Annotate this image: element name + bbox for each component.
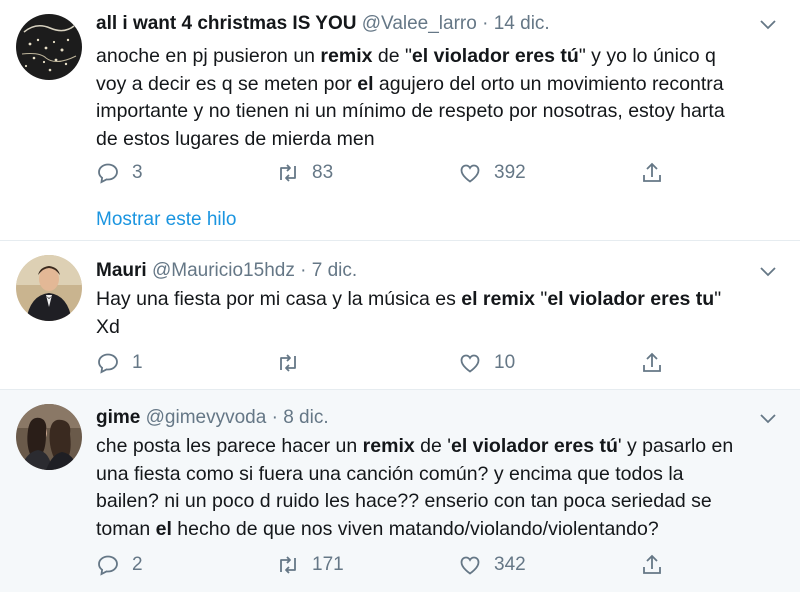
text-segment: agujero del orto un movimiento recontra (373, 72, 724, 95)
chevron-down-icon[interactable] (758, 408, 778, 428)
avatar[interactable] (16, 14, 82, 80)
text-segment: de ' (414, 435, 451, 457)
highlighted-term: el violador eres tú (450, 435, 618, 457)
like-button[interactable]: 342 (458, 553, 526, 577)
tweet[interactable]: gime @gimevyvoda · 8 dic. che posta les … (0, 390, 800, 592)
display-name[interactable]: gime (96, 407, 140, 428)
text-segment: importante y no tienen ni un mínimo de r… (96, 100, 725, 122)
tweet-text: che posta les parece hacer un remix de '… (96, 433, 786, 543)
share-button[interactable] (640, 553, 664, 577)
like-count: 10 (494, 352, 516, 373)
heart-icon (460, 354, 480, 373)
tweet[interactable]: Mauri @Mauricio15hdz · 7 dic. Hay una fi… (0, 241, 800, 389)
reply-icon (98, 163, 118, 184)
reply-count: 1 (132, 352, 143, 373)
text-segment: voy a decir es q se meten por (96, 72, 358, 95)
display-name[interactable]: Mauri (96, 260, 147, 281)
retweet-button[interactable]: 171 (276, 553, 344, 577)
separator: · (300, 260, 307, 281)
tweet-text-line: de estos lugares de mierda men (96, 126, 786, 154)
tweet-text-line: bailen? ni un poco d ruido les hace?? en… (96, 488, 786, 516)
retweet-icon (280, 354, 296, 372)
tweet-text-line: Xd (96, 314, 786, 342)
reply-count: 2 (132, 554, 143, 575)
highlighted-term: el (155, 517, 172, 540)
text-segment: bailen? ni un poco d ruido les hace?? en… (96, 490, 712, 512)
like-button[interactable]: 392 (458, 161, 526, 185)
text-segment: Xd (96, 315, 120, 338)
text-segment: anoche en pj pusieron un (96, 45, 321, 67)
like-count: 342 (494, 554, 526, 575)
tweet-text-line: che posta les parece hacer un remix de '… (96, 433, 786, 461)
user-handle[interactable]: @Mauricio15hdz (152, 260, 295, 281)
reply-icon (98, 555, 118, 576)
tweet[interactable]: all i want 4 christmas IS YOU @Valee_lar… (0, 0, 800, 240)
highlighted-term: el remix (461, 288, 535, 310)
highlighted-term: el violador eres tú (411, 45, 579, 67)
heart-icon (460, 164, 480, 183)
retweet-icon (280, 164, 296, 182)
show-thread-link[interactable]: Mostrar este hilo (96, 209, 236, 231)
retweet-count: 83 (312, 162, 334, 183)
display-name[interactable]: all i want 4 christmas IS YOU (96, 13, 356, 34)
like-count: 392 (494, 162, 526, 183)
highlighted-term: remix (320, 45, 373, 67)
chevron-down-icon[interactable] (758, 14, 778, 34)
text-segment: una fiesta como si fuera una canción com… (96, 462, 684, 485)
chevron-down-icon[interactable] (758, 261, 778, 281)
text-segment: " (714, 288, 722, 310)
tweet-text-line: voy a decir es q se meten por el agujero… (96, 71, 786, 99)
avatar[interactable] (16, 404, 82, 470)
tweet-actions: 3 83 392 (96, 161, 696, 187)
separator: · (482, 13, 489, 34)
share-icon (643, 162, 661, 182)
user-handle[interactable]: @Valee_larro (362, 13, 477, 34)
highlighted-term: el violador eres tu (547, 288, 715, 310)
highlighted-term: remix (362, 435, 415, 457)
share-button[interactable] (640, 161, 664, 185)
tweet-text-line: toman el hecho de que nos viven matando/… (96, 516, 786, 544)
tweet-text-line: Hay una fiesta por mi casa y la música e… (96, 286, 786, 314)
tweet-text-line: una fiesta como si fuera una canción com… (96, 461, 786, 489)
tweet-text-line: importante y no tienen ni un mínimo de r… (96, 98, 786, 126)
retweet-button[interactable] (276, 351, 312, 375)
tweet-text: Hay una fiesta por mi casa y la música e… (96, 286, 786, 341)
like-button[interactable]: 10 (458, 351, 515, 375)
reply-button[interactable]: 1 (96, 351, 143, 375)
tweet-actions: 2 171 342 (96, 553, 696, 579)
text-segment: toman (96, 517, 156, 540)
text-segment: de " (372, 45, 412, 67)
retweet-icon (280, 556, 296, 574)
text-segment: che posta les parece hacer un (96, 435, 363, 457)
share-icon (643, 352, 661, 372)
avatar[interactable] (16, 255, 82, 321)
share-icon (643, 554, 661, 574)
heart-icon (460, 556, 480, 575)
highlighted-term: el (357, 72, 374, 95)
reply-icon (98, 353, 118, 374)
user-handle[interactable]: @gimevyvoda (146, 407, 267, 428)
text-segment: " (534, 288, 548, 310)
text-segment: hecho de que nos viven matando/violando/… (171, 517, 659, 540)
tweet-text-line: anoche en pj pusieron un remix de "el vi… (96, 43, 786, 71)
retweet-button[interactable]: 83 (276, 161, 333, 185)
separator: · (271, 407, 278, 428)
reply-count: 3 (132, 162, 143, 183)
text-segment: de estos lugares de mierda men (96, 127, 375, 150)
tweet-date[interactable]: 7 dic. (312, 260, 357, 281)
reply-button[interactable]: 3 (96, 161, 143, 185)
retweet-count: 171 (312, 554, 344, 575)
text-segment: " y yo lo único q (578, 45, 716, 67)
text-segment: ' y pasarlo en (617, 435, 734, 457)
text-segment: Hay una fiesta por mi casa y la música e… (96, 288, 462, 310)
tweet-date[interactable]: 8 dic. (283, 407, 328, 428)
share-button[interactable] (640, 351, 664, 375)
reply-button[interactable]: 2 (96, 553, 143, 577)
tweet-actions: 1 10 (96, 351, 696, 377)
tweet-text: anoche en pj pusieron un remix de "el vi… (96, 43, 786, 153)
tweet-date[interactable]: 14 dic. (494, 13, 550, 34)
